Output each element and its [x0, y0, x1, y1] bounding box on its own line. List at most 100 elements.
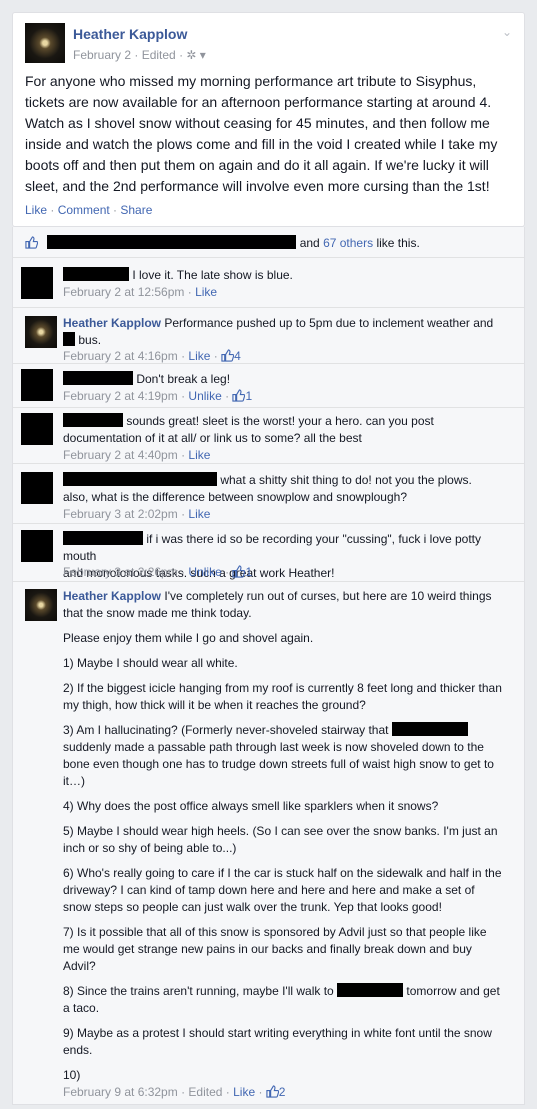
comment-text: bus. [78, 333, 102, 347]
comment-date[interactable]: February 2 at 4:16pm [63, 349, 178, 363]
likes-others-link[interactable]: 67 others [323, 236, 373, 250]
post-date[interactable]: February 2 [73, 48, 131, 62]
likes-and: and [299, 236, 320, 250]
comment-text: Don't break a leg! [136, 372, 231, 386]
post-actions: Like · Comment · Share [25, 203, 153, 217]
comment-2: Heather Kapplow Performance pushed up to… [63, 315, 503, 349]
author-avatar[interactable] [25, 23, 65, 63]
redacted-avatar [21, 413, 53, 445]
comment-7: Heather Kapplow I've completely run out … [63, 588, 503, 1101]
comment-text: 8) Since the trains aren't running, mayb… [63, 984, 334, 998]
divider [13, 307, 524, 308]
comment-button[interactable]: Comment [58, 203, 110, 217]
comment-meta: February 3 at 2:26pm · Unlike · 1 [63, 565, 253, 579]
redacted-avatar [21, 472, 53, 504]
comment-paragraph: 3) Am I hallucinating? (Formerly never-s… [63, 722, 503, 790]
comment-like-count[interactable]: 1 [245, 389, 252, 403]
redacted-avatar [21, 530, 53, 562]
comment-unlike-button[interactable]: Unlike [188, 565, 221, 579]
redacted-name [63, 413, 123, 427]
comment-meta: February 2 at 4:40pm · Like [63, 448, 211, 462]
privacy-icon[interactable]: ✲ ▾ [186, 48, 205, 62]
comment-paragraph: 8) Since the trains aren't running, mayb… [63, 983, 503, 1017]
redacted-name [63, 332, 75, 346]
comment-paragraph: 10) [63, 1068, 81, 1082]
comment-text: sounds great! sleet is the worst! your a… [126, 414, 434, 428]
comment-meta: February 9 at 6:32pm · Edited · Like · 2 [63, 1085, 286, 1099]
comment-date[interactable]: February 9 at 6:32pm [63, 1085, 178, 1099]
chevron-down-icon[interactable]: ⌄ [502, 25, 512, 39]
divider [13, 257, 524, 258]
comment-like-button[interactable]: Like [188, 448, 210, 462]
comment-paragraph: 7) Is it possible that all of this snow … [63, 925, 487, 973]
author-avatar[interactable] [25, 316, 57, 348]
redacted-name [63, 472, 217, 486]
likes-summary: and 67 others like this. [25, 235, 420, 251]
comment-like-count[interactable]: 2 [279, 1085, 286, 1099]
comment-paragraph: 1) Maybe I should wear all white. [63, 656, 238, 670]
redacted-name [63, 267, 129, 281]
thumbs-up-icon [232, 389, 246, 402]
share-button[interactable]: Share [120, 203, 152, 217]
redacted-avatar [21, 369, 53, 401]
divider [13, 363, 524, 364]
comment-text: suddenly made a passable path through la… [63, 740, 494, 788]
post-edited[interactable]: Edited [142, 48, 176, 62]
comment-meta: February 3 at 2:02pm · Like [63, 507, 211, 521]
divider [13, 523, 524, 524]
redacted-name [63, 371, 133, 385]
divider [13, 407, 524, 408]
comment-meta: February 2 at 4:16pm · Like · 4 [63, 349, 241, 363]
comment-3: Don't break a leg! [63, 371, 503, 388]
thumbs-up-icon [266, 1085, 279, 1098]
comment-paragraph: 9) Maybe as a protest I should start wri… [63, 1026, 492, 1057]
redacted-name [391, 722, 468, 736]
post-card: Heather Kapplow February 2 · Edited · ✲ … [12, 12, 525, 227]
comment-date[interactable]: February 2 at 12:56pm [63, 285, 184, 299]
comment-like-count[interactable]: 1 [245, 565, 252, 579]
post-body: For anyone who missed my morning perform… [25, 73, 498, 194]
comment-like-button[interactable]: Like [188, 349, 210, 363]
comment-date[interactable]: February 3 at 2:02pm [63, 507, 178, 521]
thumbs-up-icon [232, 565, 246, 578]
comment-text: what a shitty shit thing to do! not you … [220, 473, 472, 487]
divider [13, 463, 524, 464]
comment-text: also, what is the difference between sno… [63, 490, 408, 504]
comment-like-button[interactable]: Like [233, 1085, 255, 1099]
comment-date[interactable]: February 2 at 4:40pm [63, 448, 178, 462]
comment-paragraph: 4) Why does the post office always smell… [63, 799, 439, 813]
like-button[interactable]: Like [25, 203, 47, 217]
comment-like-count[interactable]: 4 [234, 349, 241, 363]
divider [13, 581, 524, 582]
comment-unlike-button[interactable]: Unlike [188, 389, 221, 403]
comment-author[interactable]: Heather Kapplow [63, 316, 161, 330]
comment-meta: February 2 at 12:56pm · Like [63, 285, 218, 299]
redacted-avatar [21, 267, 53, 299]
comment-edited[interactable]: Edited [188, 1085, 222, 1099]
comment-text: documentation of it at all/ or link us t… [63, 431, 362, 445]
comment-1: I love it. The late show is blue. [63, 267, 503, 284]
comment-date[interactable]: February 3 at 2:26pm [63, 565, 178, 579]
comment-meta: February 2 at 4:19pm · Unlike · 1 [63, 389, 253, 403]
comment-paragraph: Please enjoy them while I go and shovel … [63, 631, 314, 645]
comment-like-button[interactable]: Like [188, 507, 210, 521]
comment-paragraph: 6) Who's really going to care if I the c… [63, 866, 502, 914]
comment-date[interactable]: February 2 at 4:19pm [63, 389, 178, 403]
redacted-name [337, 983, 404, 997]
thumbs-up-icon [25, 236, 38, 249]
comment-paragraph: 5) Maybe I should wear high heels. (So I… [63, 824, 498, 855]
comment-5: what a shitty shit thing to do! not you … [63, 472, 503, 506]
author-avatar[interactable] [25, 589, 57, 621]
comment-paragraph: 2) If the biggest icicle hanging from my… [63, 681, 502, 712]
feedback-panel: and 67 others like this. I love it. The … [12, 227, 525, 1105]
comment-like-button[interactable]: Like [195, 285, 217, 299]
post-author[interactable]: Heather Kapplow [73, 26, 187, 42]
comment-4: sounds great! sleet is the worst! your a… [63, 413, 503, 447]
comment-text: Performance pushed up to 5pm due to incl… [164, 316, 494, 330]
redacted-name [63, 531, 143, 545]
comment-text: 3) Am I hallucinating? (Formerly never-s… [63, 723, 389, 737]
likes-suffix: like this. [376, 236, 420, 250]
redacted-names [47, 235, 297, 249]
comment-author[interactable]: Heather Kapplow [63, 589, 161, 603]
comment-text: I love it. The late show is blue. [132, 268, 293, 282]
